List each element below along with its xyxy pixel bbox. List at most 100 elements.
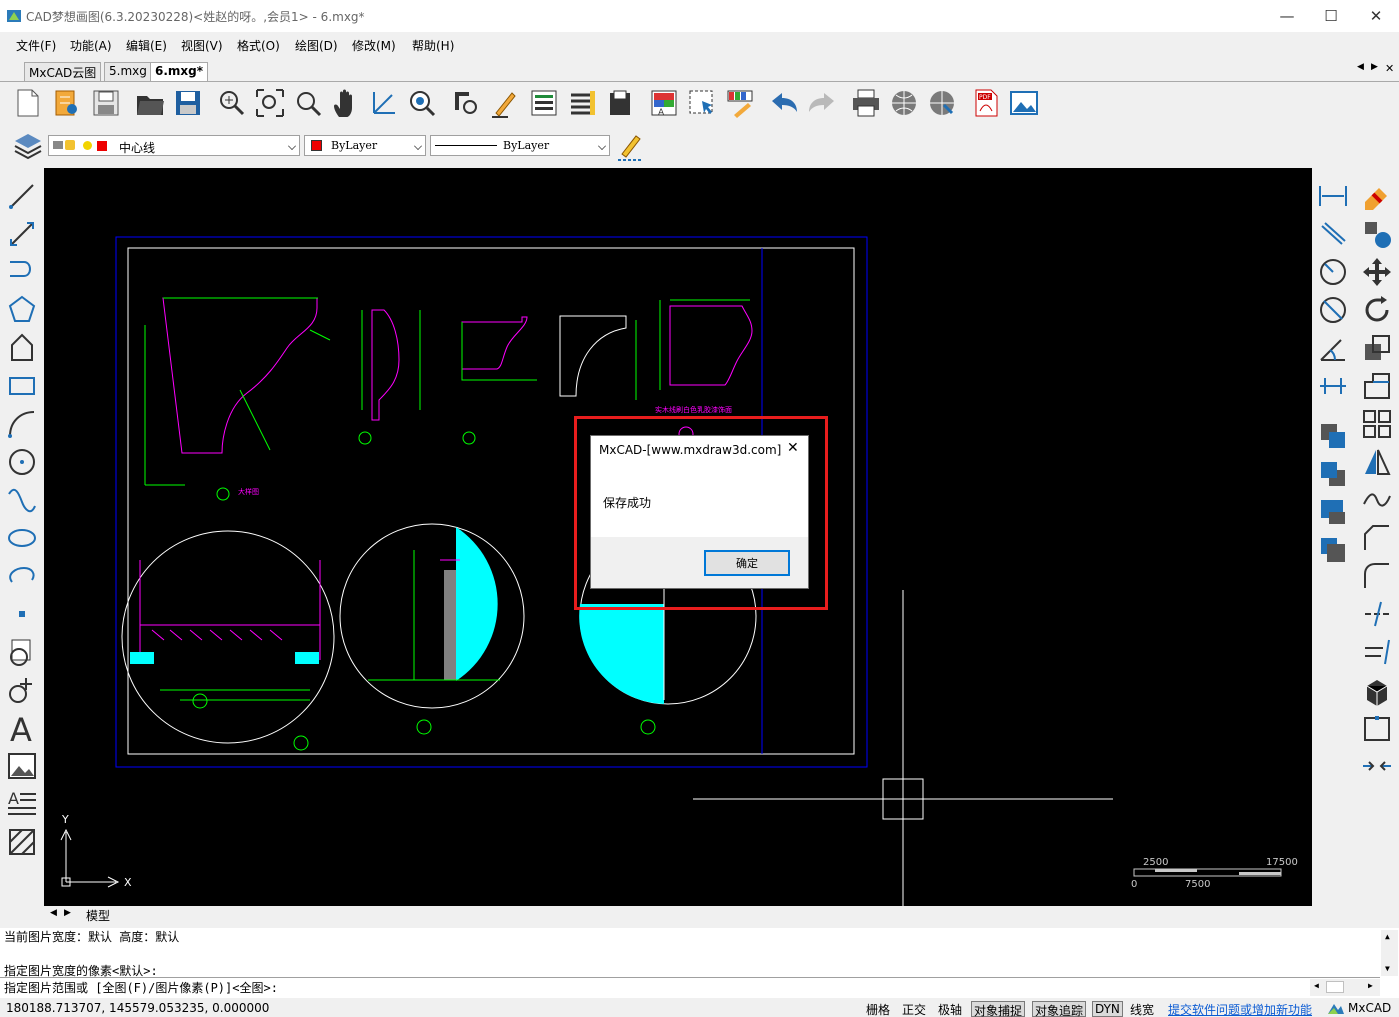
mirror-icon[interactable] bbox=[1361, 446, 1393, 478]
ellipse-icon[interactable] bbox=[6, 522, 38, 554]
linetype-combo[interactable]: ByLayer bbox=[430, 135, 610, 156]
web-globe-icon[interactable] bbox=[888, 87, 920, 119]
polyline-icon[interactable] bbox=[6, 256, 38, 288]
tab-5-mxg[interactable]: 5.mxg bbox=[104, 62, 152, 81]
open-template-icon[interactable] bbox=[50, 87, 82, 119]
layout-next-icon[interactable]: ▶ bbox=[64, 908, 71, 918]
save-as-icon[interactable] bbox=[90, 87, 122, 119]
layer-list-icon[interactable] bbox=[566, 87, 598, 119]
stretch-icon[interactable] bbox=[1361, 370, 1393, 402]
zoom-window-icon[interactable] bbox=[216, 87, 248, 119]
save-icon[interactable] bbox=[172, 87, 204, 119]
properties-icon[interactable] bbox=[528, 87, 560, 119]
menu-draw[interactable]: 绘图(D) bbox=[295, 37, 338, 54]
break-icon[interactable] bbox=[1361, 712, 1393, 744]
ok-button[interactable]: 确定 bbox=[704, 550, 790, 576]
menu-file[interactable]: 文件(F) bbox=[16, 37, 56, 54]
ucs-axis-icon[interactable] bbox=[368, 87, 400, 119]
chamfer-icon[interactable] bbox=[1361, 522, 1393, 554]
menu-help[interactable]: 帮助(H) bbox=[412, 37, 454, 54]
circle-icon[interactable] bbox=[6, 446, 38, 478]
text-style-icon[interactable]: A bbox=[648, 87, 680, 119]
grid-toggle[interactable]: 栅格 bbox=[864, 1001, 892, 1017]
measure-icon[interactable] bbox=[450, 87, 482, 119]
color-brush-icon[interactable] bbox=[724, 87, 756, 119]
block-icon[interactable] bbox=[604, 87, 636, 119]
print-icon[interactable] bbox=[850, 87, 882, 119]
erase-icon[interactable] bbox=[1361, 180, 1393, 212]
color-combo[interactable]: ByLayer bbox=[304, 135, 426, 156]
tab-next-icon[interactable]: ▶ bbox=[1371, 62, 1378, 72]
xline-icon[interactable] bbox=[6, 218, 38, 250]
scroll-down-icon[interactable]: ▼ bbox=[1385, 964, 1390, 973]
rotate-icon[interactable] bbox=[1361, 294, 1393, 326]
layout-prev-icon[interactable]: ◀ bbox=[50, 908, 57, 918]
ellipse-arc-icon[interactable] bbox=[6, 560, 38, 592]
angular-dimension-icon[interactable] bbox=[1317, 332, 1349, 364]
polar-toggle[interactable]: 极轴 bbox=[936, 1001, 964, 1017]
minimize-button[interactable]: — bbox=[1264, 0, 1310, 32]
menu-edit[interactable]: 编辑(E) bbox=[126, 37, 167, 54]
insert-block-icon[interactable] bbox=[6, 636, 38, 668]
model-tab[interactable]: 模型 bbox=[86, 907, 110, 924]
lineweight-pencil-icon[interactable] bbox=[614, 130, 646, 162]
layer-combo[interactable]: 中心线 bbox=[48, 135, 300, 156]
make-block-icon[interactable] bbox=[6, 674, 38, 706]
polygon-icon[interactable] bbox=[6, 294, 38, 326]
tab-mxcad-cloud[interactable]: MxCAD云图 bbox=[24, 62, 102, 81]
open-folder-icon[interactable] bbox=[134, 87, 166, 119]
spline-icon[interactable] bbox=[6, 484, 38, 516]
menu-view[interactable]: 视图(V) bbox=[181, 37, 223, 54]
mtext-icon[interactable]: A bbox=[6, 788, 38, 820]
join-icon[interactable] bbox=[1361, 750, 1393, 782]
send-backward-icon[interactable] bbox=[1317, 458, 1349, 490]
copy-icon[interactable] bbox=[1361, 218, 1393, 250]
hatch-icon[interactable] bbox=[6, 826, 38, 858]
undo-icon[interactable] bbox=[768, 87, 800, 119]
bring-to-front-icon[interactable] bbox=[1317, 496, 1349, 528]
move-icon[interactable] bbox=[1361, 256, 1393, 288]
menu-function[interactable]: 功能(A) bbox=[70, 37, 112, 54]
menu-format[interactable]: 格式(O) bbox=[237, 37, 280, 54]
linear-dimension-icon[interactable] bbox=[1317, 180, 1349, 212]
zoom-extents-icon[interactable] bbox=[254, 87, 286, 119]
command-prompt[interactable]: 指定图片范围或 [全图(F)/图片像素(P)]<全图>: bbox=[4, 979, 278, 996]
export-pdf-icon[interactable]: PDF bbox=[970, 87, 1002, 119]
ortho-toggle[interactable]: 正交 bbox=[900, 1001, 928, 1017]
image-icon[interactable] bbox=[6, 750, 38, 782]
web-publish-icon[interactable] bbox=[926, 87, 958, 119]
fillet-icon[interactable] bbox=[1361, 560, 1393, 592]
close-button[interactable]: ✕ bbox=[1353, 0, 1399, 32]
scroll-thumb[interactable] bbox=[1326, 981, 1344, 993]
tab-prev-icon[interactable]: ◀ bbox=[1357, 62, 1364, 72]
rectangle-icon[interactable] bbox=[6, 370, 38, 402]
redo-icon[interactable] bbox=[806, 87, 838, 119]
lineweight-toggle[interactable]: 线宽 bbox=[1128, 1001, 1156, 1017]
offset-icon[interactable] bbox=[1361, 484, 1393, 516]
extend-icon[interactable] bbox=[1361, 636, 1393, 668]
tab-close-icon[interactable]: ✕ bbox=[1385, 62, 1394, 75]
osnap-toggle[interactable]: 对象捕捉 bbox=[971, 1001, 1026, 1017]
aligned-dimension-icon[interactable] bbox=[1317, 218, 1349, 250]
send-to-back-icon[interactable] bbox=[1317, 534, 1349, 566]
scroll-left-icon[interactable]: ◀ bbox=[1314, 981, 1319, 990]
dyn-toggle[interactable]: DYN bbox=[1092, 1001, 1123, 1017]
maximize-button[interactable]: ☐ bbox=[1308, 0, 1354, 32]
scale-icon[interactable] bbox=[1361, 332, 1393, 364]
scroll-right-icon[interactable]: ▶ bbox=[1368, 981, 1373, 990]
otrack-toggle[interactable]: 对象追踪 bbox=[1032, 1001, 1087, 1017]
explode-3d-icon[interactable] bbox=[1361, 674, 1393, 706]
layer-manager-icon[interactable] bbox=[12, 130, 44, 162]
array-icon[interactable] bbox=[1361, 408, 1393, 440]
pentagon-icon[interactable] bbox=[6, 332, 38, 364]
menu-modify[interactable]: 修改(M) bbox=[352, 37, 396, 54]
radius-dimension-icon[interactable] bbox=[1317, 256, 1349, 288]
tab-6-mxg[interactable]: 6.mxg* bbox=[150, 62, 209, 81]
diameter-dimension-icon[interactable] bbox=[1317, 294, 1349, 326]
command-scrollbar[interactable]: ▲ ▼ bbox=[1381, 930, 1398, 976]
zoom-realtime-icon[interactable] bbox=[406, 87, 438, 119]
continue-dimension-icon[interactable] bbox=[1317, 370, 1349, 402]
point-icon[interactable] bbox=[6, 598, 38, 630]
bring-forward-icon[interactable] bbox=[1317, 420, 1349, 452]
scroll-up-icon[interactable]: ▲ bbox=[1385, 932, 1390, 941]
